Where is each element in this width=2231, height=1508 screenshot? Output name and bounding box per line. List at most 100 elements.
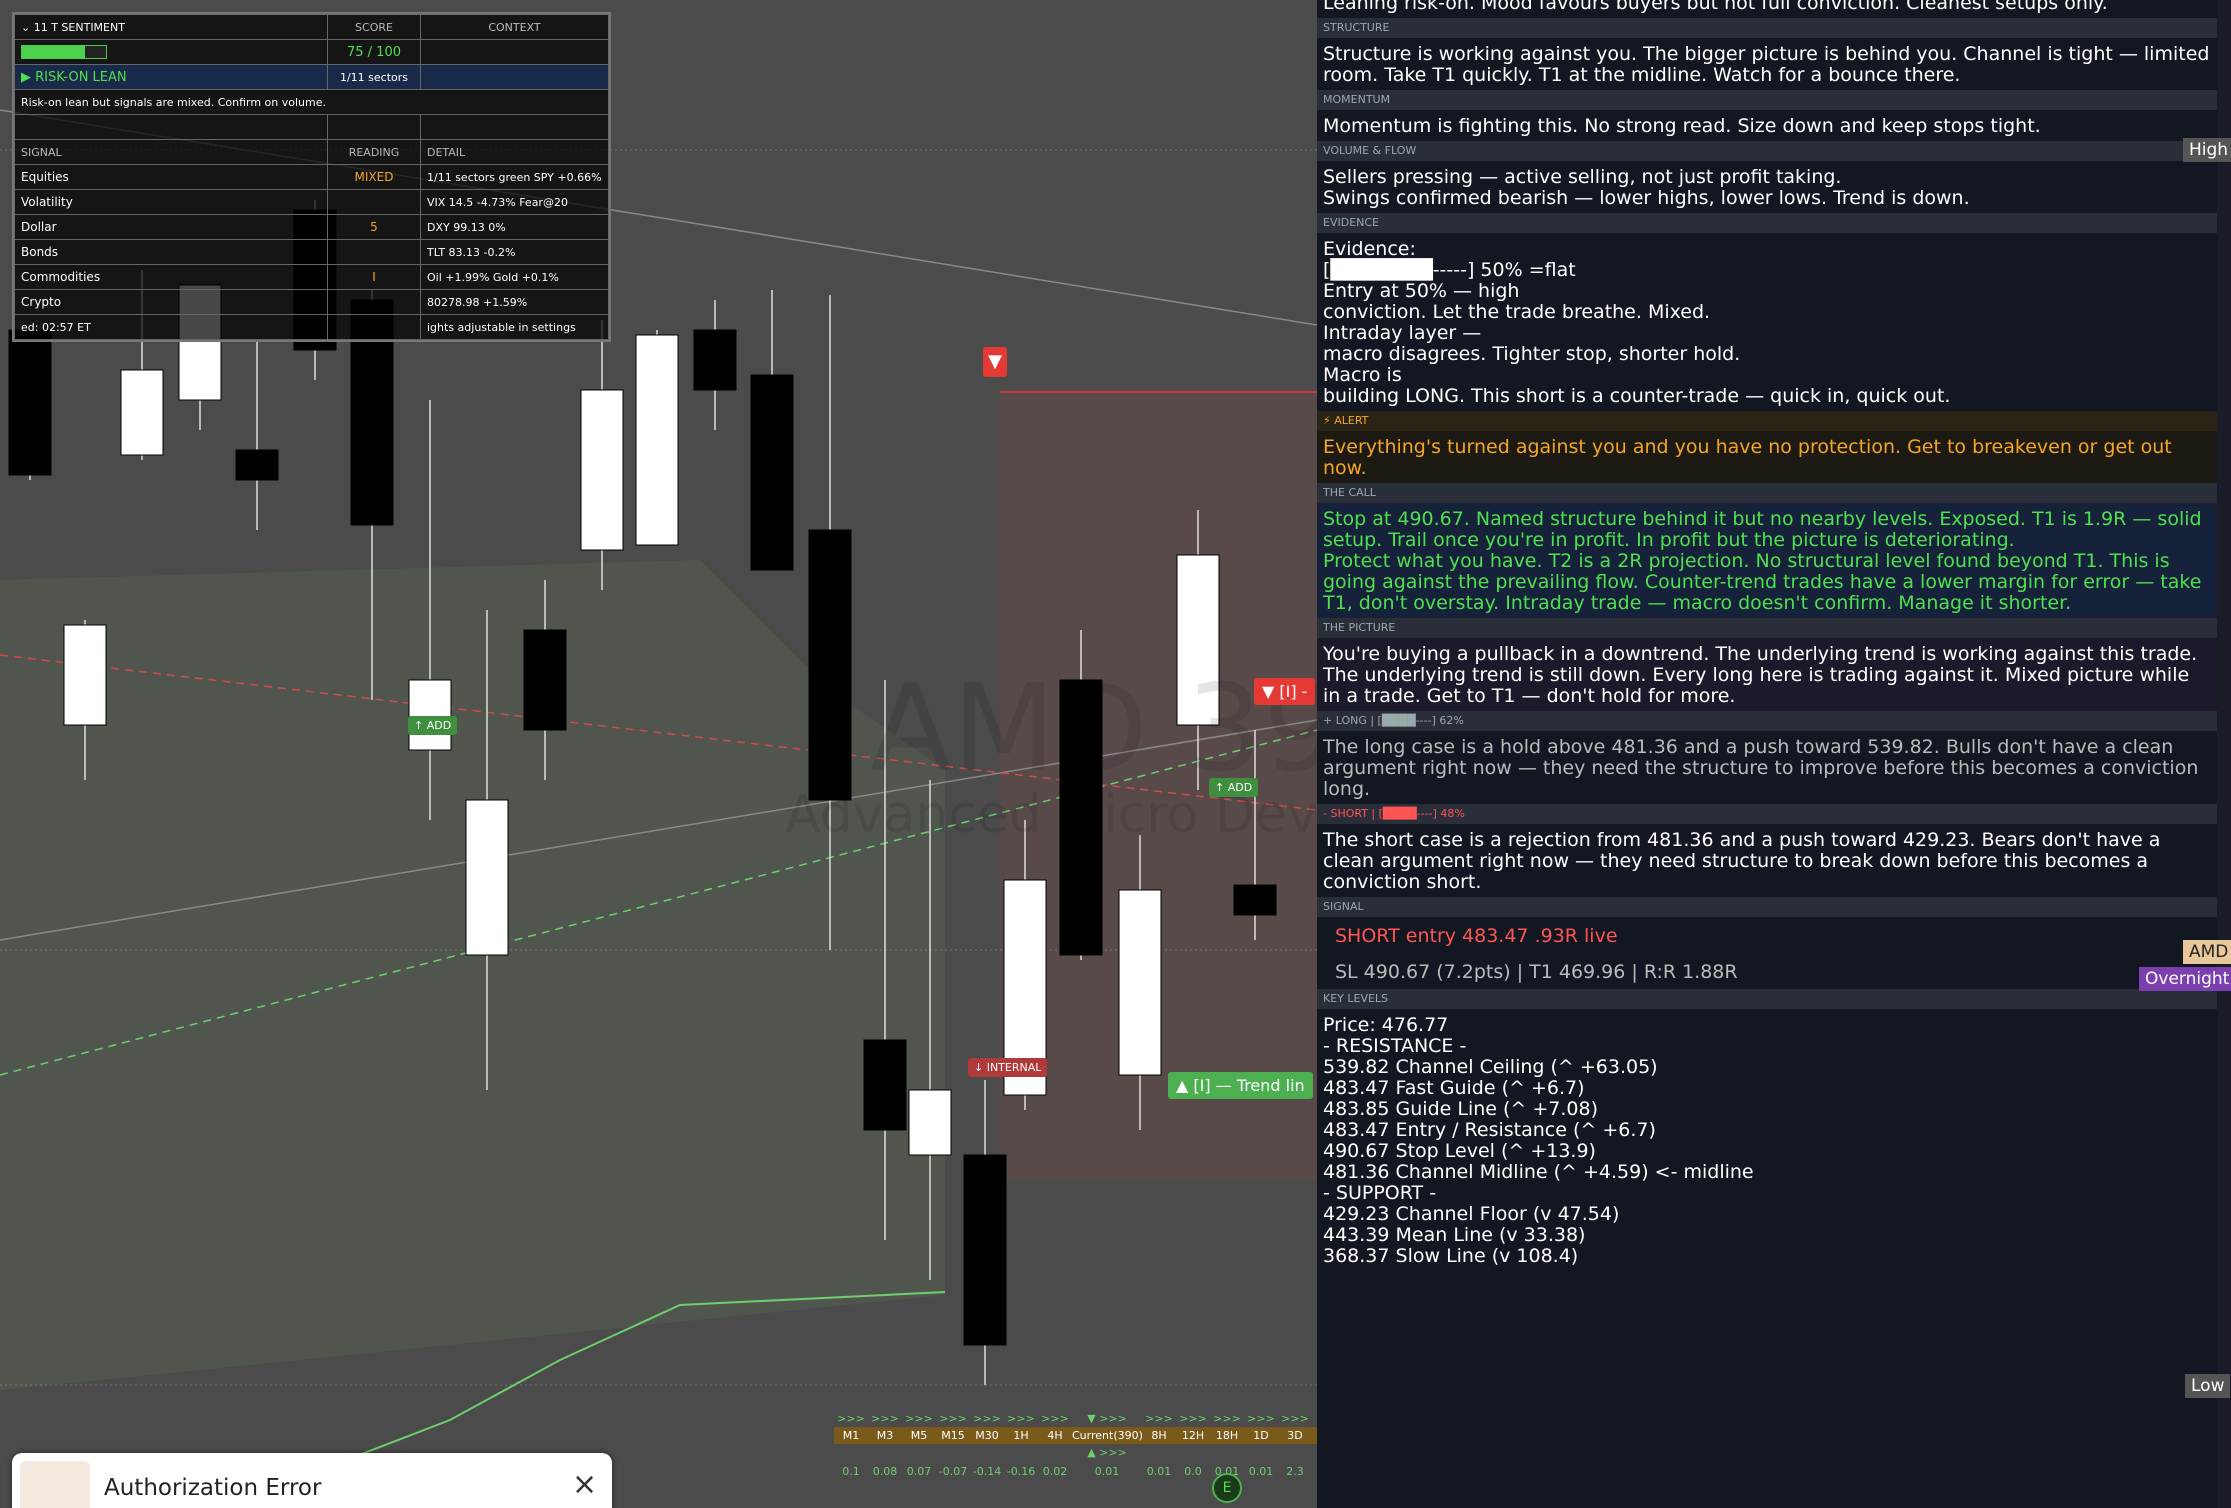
tf-arrow2	[1038, 1446, 1072, 1459]
section-momentum: MOMENTUM	[1317, 90, 2217, 110]
signal-name: Equities	[14, 164, 328, 190]
col-signal: SIGNAL	[14, 139, 328, 165]
evidence-bar: [███████-----] 50% =flat	[1323, 259, 1576, 281]
section-structure: STRUCTURE	[1317, 18, 2217, 38]
candle-body	[8, 329, 52, 476]
trend-line-label[interactable]: ▲ [I] — Trend lin	[1168, 1072, 1313, 1099]
tf-arrow: >>>	[871, 1412, 899, 1425]
earnings-icon[interactable]: E	[1212, 1473, 1242, 1503]
section-signal: SIGNAL	[1317, 897, 2217, 917]
signal-detail: DXY 99.13 0%	[420, 214, 609, 240]
chart-area[interactable]: AMD 39 Advanced Micro Devic ▼ ↑ ADD ↑ AD…	[0, 0, 1317, 1508]
signal-detail: TLT 83.13 -0.2%	[420, 239, 609, 265]
tf-label[interactable]: 3D	[1278, 1429, 1312, 1442]
sentiment-title[interactable]: ⌄ 11 T SENTIMENT	[14, 14, 328, 40]
tf-arrow: ▼ >>>	[1087, 1412, 1127, 1425]
tf-value: 2.3	[1286, 1465, 1304, 1478]
add-label[interactable]: ↑ ADD	[1209, 778, 1259, 797]
call-text: Stop at 490.67. Named structure behind i…	[1317, 503, 2217, 618]
tf-label[interactable]: 1D	[1244, 1429, 1278, 1442]
tf-arrow: >>>	[905, 1412, 933, 1425]
signal-reading	[327, 189, 421, 215]
short-text: The short case is a rejection from 481.3…	[1323, 829, 2161, 893]
sentiment-row: Equities MIXED 1/11 sectors green SPY +0.6…	[14, 164, 609, 190]
tf-label[interactable]: 1H	[1004, 1429, 1038, 1442]
tf-label[interactable]: M15	[936, 1429, 970, 1442]
section-alert: ⚡ ALERT	[1317, 411, 2217, 431]
evidence-text: Entry at 50% — high conviction. Let the …	[1323, 280, 1951, 407]
tf-value: 0.02	[1042, 1465, 1068, 1478]
signal-reading	[327, 289, 421, 315]
bracket-label[interactable]: ▼ [I] -	[1254, 678, 1316, 705]
tf-arrow: >>>	[1213, 1412, 1241, 1425]
signal-line1: SHORT entry 483.47 .93R live	[1335, 925, 1618, 947]
candle-body	[908, 1089, 952, 1156]
signal-reading	[327, 239, 421, 265]
tf-arrow: >>>	[1041, 1412, 1069, 1425]
tf-arrow: >>>	[1281, 1412, 1309, 1425]
candle-body	[863, 1039, 907, 1131]
candle-body	[63, 624, 107, 726]
tf-label[interactable]: M1	[834, 1429, 868, 1442]
candle-body	[635, 334, 679, 546]
internal-label[interactable]: ↓ INTERNAL	[968, 1058, 1048, 1077]
candle-body	[580, 389, 624, 551]
tf-value: 0.0	[1184, 1465, 1202, 1478]
candle-body	[235, 449, 279, 481]
tf-label[interactable]: M3	[868, 1429, 902, 1442]
market-sentiment-table[interactable]: ⌄ 11 T SENTIMENT SCORE CONTEXT 75 / 100 …	[12, 12, 611, 342]
candle-body	[120, 369, 164, 456]
authorization-error-toast[interactable]: Authorization Error ×	[12, 1453, 612, 1508]
tf-arrow2	[1278, 1446, 1312, 1459]
col-score: SCORE	[327, 14, 421, 40]
tf-arrow: >>>	[973, 1412, 1001, 1425]
channel-shade	[0, 560, 945, 1390]
timeframe-strip[interactable]: >>> >>> >>> >>> >>> >>> >>> ▼ >>> >>> >>> >>> >>> >>…	[834, 1412, 1317, 1478]
signal-name: Dollar	[14, 214, 328, 240]
section-call: THE CALL	[1317, 483, 2217, 503]
tf-arrow2	[1004, 1446, 1038, 1459]
tf-label[interactable]: 4H	[1038, 1429, 1072, 1442]
tf-label[interactable]: 8H	[1142, 1429, 1176, 1442]
analysis-panel[interactable]: Leaning risk-on. Mood favours buyers but…	[1317, 0, 2217, 1508]
section-key-levels: KEY LEVELS	[1317, 989, 2217, 1009]
candle-body	[693, 329, 737, 391]
candle-body	[1118, 889, 1162, 1076]
signal-detail: 1/11 sectors green SPY +0.66%	[420, 164, 609, 190]
signal-reading: I	[327, 264, 421, 290]
chevron-down-icon[interactable]: ⌄	[21, 21, 30, 34]
tf-value: 0.01	[1094, 1465, 1120, 1478]
score-value: 75 / 100	[327, 39, 421, 65]
sentiment-row: Commodities I Oil +1.99% Gold +0.1%	[14, 264, 609, 290]
intro-text: Leaning risk-on. Mood favours buyers but…	[1323, 0, 2108, 14]
short-entry-marker[interactable]: ▼	[983, 347, 1007, 377]
tf-label[interactable]: M5	[902, 1429, 936, 1442]
tf-arrow2: ▲ >>>	[1087, 1446, 1127, 1459]
sentiment-row: Volatility VIX 14.5 -4.73% Fear@20	[14, 189, 609, 215]
tf-arrow: >>>	[1145, 1412, 1173, 1425]
tf-label[interactable]: 18H	[1210, 1429, 1244, 1442]
candle-body	[465, 799, 509, 956]
updated-time: ed: 02:57 ET	[14, 314, 328, 340]
signal-name: Volatility	[14, 189, 328, 215]
overnight-label: Overnight	[2139, 967, 2231, 991]
tf-label[interactable]: Current(390)	[1072, 1429, 1143, 1442]
close-icon[interactable]: ×	[572, 1467, 597, 1502]
high-label: High	[2183, 138, 2231, 162]
tf-label[interactable]: M30	[970, 1429, 1004, 1442]
sentiment-row: Dollar 5 DXY 99.13 0%	[14, 214, 609, 240]
signal-reading: MIXED	[327, 164, 421, 190]
tf-arrow2	[868, 1446, 902, 1459]
tf-value: -0.14	[972, 1465, 1002, 1478]
candle-body	[808, 529, 852, 801]
col-context: CONTEXT	[420, 14, 609, 40]
weights-note: ights adjustable in settings	[420, 314, 609, 340]
tf-label[interactable]: 12H	[1176, 1429, 1210, 1442]
candle-body	[523, 629, 567, 731]
sentiment-row: Bonds TLT 83.13 -0.2%	[14, 239, 609, 265]
add-label[interactable]: ↑ ADD	[408, 716, 458, 735]
candle-body	[963, 1154, 1007, 1346]
evidence-title: Evidence:	[1323, 238, 1416, 260]
signal-detail: VIX 14.5 -4.73% Fear@20	[420, 189, 609, 215]
price-scale[interactable]	[2217, 0, 2231, 1508]
